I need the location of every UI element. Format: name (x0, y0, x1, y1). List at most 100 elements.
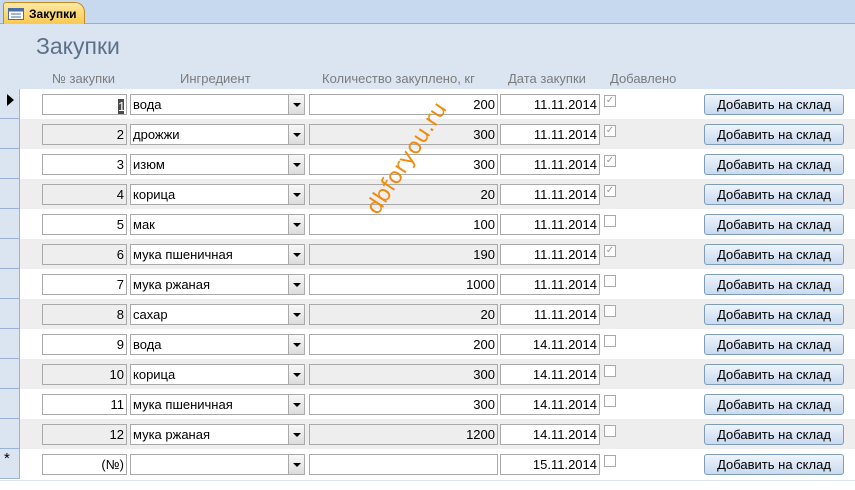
add-to-stock-button[interactable]: Добавить на склад (704, 334, 844, 355)
purchase-number-field[interactable]: 11 (42, 394, 127, 415)
add-to-stock-button[interactable]: Добавить на склад (704, 124, 844, 145)
ingredient-combobox[interactable]: корица (130, 184, 305, 205)
dropdown-arrow-icon[interactable] (288, 215, 304, 234)
purchase-date-field[interactable]: 11.11.2014 (500, 94, 600, 115)
ingredient-combobox[interactable]: мука ржаная (130, 424, 305, 445)
dropdown-arrow-icon[interactable] (288, 305, 304, 324)
added-checkbox[interactable] (604, 305, 616, 317)
add-to-stock-button[interactable]: Добавить на склад (704, 394, 844, 415)
added-checkbox[interactable] (604, 455, 616, 467)
quantity-field[interactable]: 200 (309, 94, 498, 115)
purchase-date-field[interactable]: 11.11.2014 (500, 304, 600, 325)
purchase-date-field[interactable]: 11.11.2014 (500, 244, 600, 265)
added-checkbox[interactable] (604, 215, 616, 227)
purchase-number-field[interactable]: 9 (42, 334, 127, 355)
add-to-stock-button[interactable]: Добавить на склад (704, 364, 844, 385)
added-checkbox[interactable] (604, 275, 616, 287)
record-selector[interactable] (0, 359, 20, 389)
record-selector[interactable] (0, 179, 20, 209)
ingredient-combobox[interactable]: корица (130, 364, 305, 385)
quantity-field[interactable]: 100 (309, 214, 498, 235)
record-selector[interactable] (0, 119, 20, 149)
quantity-field[interactable]: 300 (309, 364, 498, 385)
added-checkbox[interactable]: ✓ (604, 155, 616, 167)
ingredient-combobox[interactable]: сахар (130, 304, 305, 325)
record-selector[interactable]: * (0, 449, 20, 479)
purchase-number-field[interactable]: 6 (42, 244, 127, 265)
added-checkbox[interactable] (604, 335, 616, 347)
purchase-date-field[interactable]: 11.11.2014 (500, 124, 600, 145)
purchase-number-field[interactable]: 8 (42, 304, 127, 325)
purchase-date-field[interactable]: 14.11.2014 (500, 334, 600, 355)
ingredient-combobox[interactable]: изюм (130, 154, 305, 175)
purchase-number-field[interactable]: 5 (42, 214, 127, 235)
dropdown-arrow-icon[interactable] (288, 155, 304, 174)
ingredient-combobox[interactable] (130, 454, 305, 475)
dropdown-arrow-icon[interactable] (288, 245, 304, 264)
purchase-date-field[interactable]: 14.11.2014 (500, 424, 600, 445)
purchase-date-field[interactable]: 11.11.2014 (500, 154, 600, 175)
purchase-number-field[interactable]: 3 (42, 154, 127, 175)
dropdown-arrow-icon[interactable] (288, 95, 304, 114)
add-to-stock-button[interactable]: Добавить на склад (704, 244, 844, 265)
added-checkbox[interactable]: ✓ (604, 125, 616, 137)
quantity-field[interactable]: 300 (309, 154, 498, 175)
record-selector[interactable] (0, 149, 20, 179)
dropdown-arrow-icon[interactable] (288, 395, 304, 414)
add-to-stock-button[interactable]: Добавить на склад (704, 454, 844, 475)
dropdown-arrow-icon[interactable] (288, 425, 304, 444)
add-to-stock-button[interactable]: Добавить на склад (704, 274, 844, 295)
ingredient-combobox[interactable]: дрожжи (130, 124, 305, 145)
quantity-field[interactable]: 1000 (309, 274, 498, 295)
add-to-stock-button[interactable]: Добавить на склад (704, 184, 844, 205)
purchase-number-field[interactable]: (№) (42, 454, 127, 475)
quantity-field[interactable]: 20 (309, 184, 498, 205)
ingredient-combobox[interactable]: вода (130, 94, 305, 115)
dropdown-arrow-icon[interactable] (288, 335, 304, 354)
quantity-field[interactable]: 190 (309, 244, 498, 265)
added-checkbox[interactable] (604, 425, 616, 437)
dropdown-arrow-icon[interactable] (288, 455, 304, 474)
added-checkbox[interactable]: ✓ (604, 95, 616, 107)
purchase-number-field[interactable]: 10 (42, 364, 127, 385)
ingredient-combobox[interactable]: мука пшеничная (130, 244, 305, 265)
purchase-number-field[interactable]: 12 (42, 424, 127, 445)
add-to-stock-button[interactable]: Добавить на склад (704, 424, 844, 445)
purchase-date-field[interactable]: 11.11.2014 (500, 214, 600, 235)
purchase-number-field[interactable]: 1 (42, 94, 127, 115)
added-checkbox[interactable]: ✓ (604, 245, 616, 257)
added-checkbox[interactable] (604, 395, 616, 407)
purchase-number-field[interactable]: 4 (42, 184, 127, 205)
dropdown-arrow-icon[interactable] (288, 125, 304, 144)
dropdown-arrow-icon[interactable] (288, 185, 304, 204)
add-to-stock-button[interactable]: Добавить на склад (704, 304, 844, 325)
add-to-stock-button[interactable]: Добавить на склад (704, 214, 844, 235)
purchase-date-field[interactable]: 14.11.2014 (500, 364, 600, 385)
purchase-number-field[interactable]: 2 (42, 124, 127, 145)
record-selector[interactable] (0, 269, 20, 299)
record-selector[interactable] (0, 299, 20, 329)
ingredient-combobox[interactable]: вода (130, 334, 305, 355)
quantity-field[interactable]: 20 (309, 304, 498, 325)
dropdown-arrow-icon[interactable] (288, 275, 304, 294)
quantity-field[interactable]: 300 (309, 124, 498, 145)
add-to-stock-button[interactable]: Добавить на склад (704, 94, 844, 115)
quantity-field[interactable]: 300 (309, 394, 498, 415)
purchase-date-field[interactable]: 14.11.2014 (500, 394, 600, 415)
ingredient-combobox[interactable]: мак (130, 214, 305, 235)
add-to-stock-button[interactable]: Добавить на склад (704, 154, 844, 175)
quantity-field[interactable]: 200 (309, 334, 498, 355)
purchase-number-field[interactable]: 7 (42, 274, 127, 295)
purchase-date-field[interactable]: 15.11.2014 (500, 454, 600, 475)
quantity-field[interactable] (309, 454, 498, 475)
added-checkbox[interactable]: ✓ (604, 185, 616, 197)
purchase-date-field[interactable]: 11.11.2014 (500, 274, 600, 295)
dropdown-arrow-icon[interactable] (288, 365, 304, 384)
ingredient-combobox[interactable]: мука ржаная (130, 274, 305, 295)
quantity-field[interactable]: 1200 (309, 424, 498, 445)
purchase-date-field[interactable]: 11.11.2014 (500, 184, 600, 205)
added-checkbox[interactable] (604, 365, 616, 377)
tab-zakupki[interactable]: Закупки (3, 2, 85, 24)
record-selector[interactable] (0, 389, 20, 419)
record-selector[interactable] (0, 239, 20, 269)
